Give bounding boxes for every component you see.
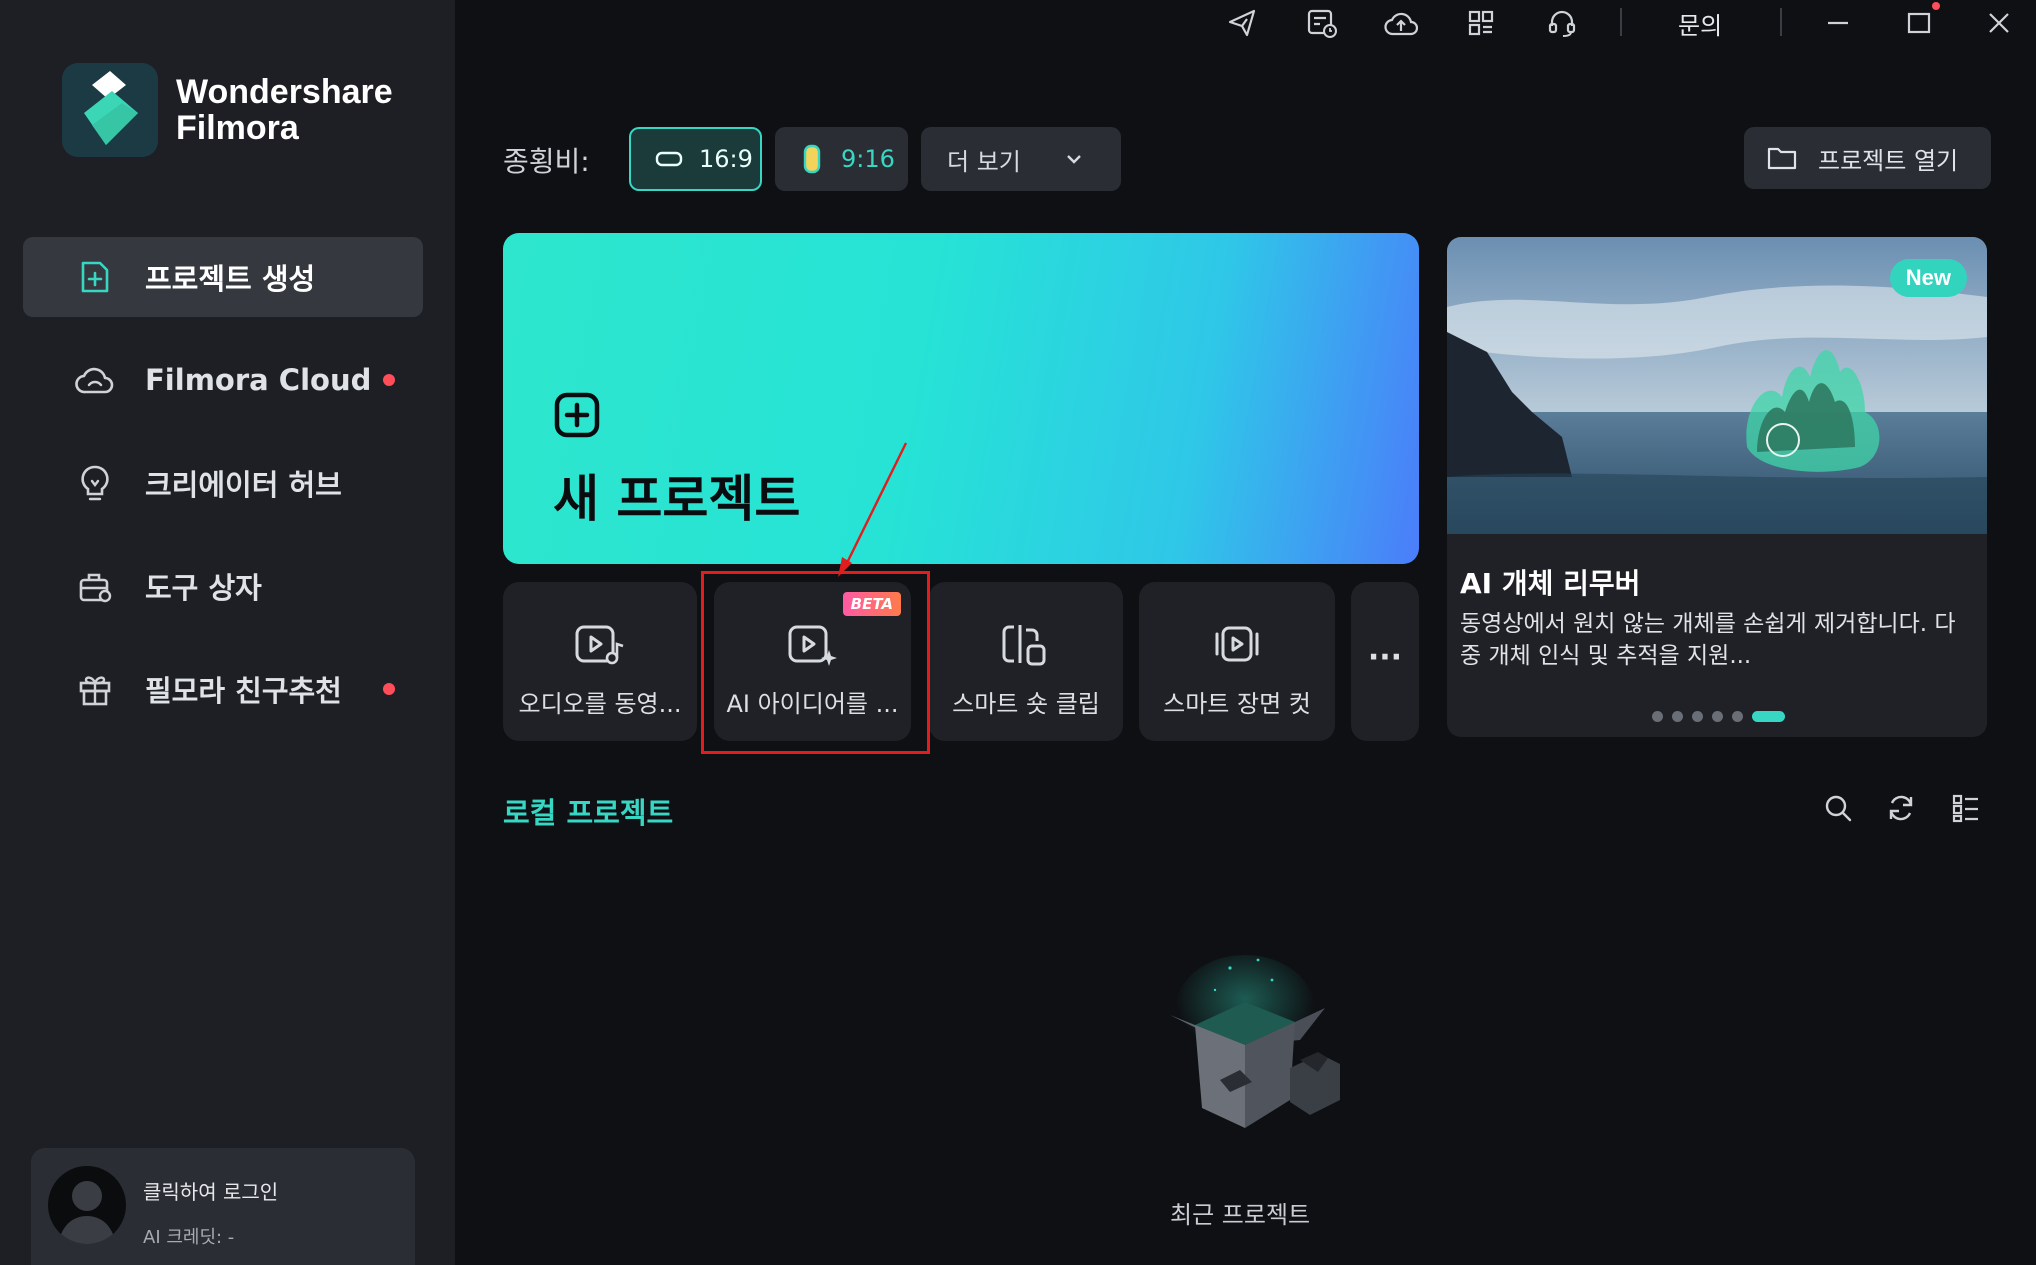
carousel-dot[interactable] [1732, 711, 1743, 722]
search-icon[interactable] [1818, 788, 1858, 828]
titlebar-divider [1780, 8, 1782, 36]
list-view-icon[interactable] [1946, 788, 1986, 828]
sidebar-item-label: 크리에이터 허브 [145, 468, 342, 502]
more-features-button[interactable]: ··· [1351, 582, 1419, 741]
promo-card[interactable]: New AI 개체 리무버 동영상에서 원치 않는 개체를 손쉽게 제거합니다.… [1447, 237, 1987, 737]
new-project-title: 새 프로젝트 [553, 470, 801, 528]
feature-label: 스마트 숏 클립 [952, 690, 1100, 718]
toolbox-icon [75, 566, 115, 606]
promo-description: 동영상에서 원치 않는 개체를 손쉽게 제거합니다. 다중 개체 인식 및 추적… [1460, 611, 1956, 669]
folder-icon [1767, 147, 1797, 170]
smart-scene-cut-icon [1215, 626, 1259, 662]
ai-credit-text: AI 크레딧: - [143, 1227, 235, 1248]
sidebar-item-label: 필모라 친구추천 [145, 674, 342, 708]
portrait-icon [803, 144, 821, 174]
carousel-dot[interactable] [1672, 711, 1683, 722]
notification-dot [383, 683, 395, 695]
send-icon[interactable] [1220, 2, 1264, 44]
close-icon[interactable] [1977, 2, 2021, 44]
schedule-icon[interactable] [1300, 2, 1344, 44]
feature-smart-scene-cut[interactable]: 스마트 장면 컷 [1139, 582, 1335, 741]
audio-to-video-icon [575, 625, 624, 665]
feature-label: 스마트 장면 컷 [1163, 690, 1311, 718]
filmora-logo-icon [62, 63, 158, 157]
promo-title: AI 개체 리무버 [1460, 567, 1641, 600]
annotation-arrow [838, 442, 908, 577]
sidebar-item-toolbox[interactable]: 도구 상자 [23, 546, 423, 626]
local-projects-title: 로컬 프로젝트 [503, 796, 674, 830]
sidebar-item-label: Filmora Cloud [145, 363, 372, 397]
sidebar: Wondershare Filmora 프로젝트 생성 Filmora Clou… [0, 0, 455, 1265]
titlebar: 문의 [455, 0, 2036, 46]
user-login-card[interactable]: 클릭하여 로그인 AI 크레딧: - [31, 1148, 415, 1265]
avatar [48, 1166, 126, 1244]
gift-icon [75, 669, 115, 709]
open-project-label: 프로젝트 열기 [1818, 146, 1959, 175]
ratio-9-16-button[interactable]: 9:16 [775, 127, 908, 191]
open-project-button[interactable]: 프로젝트 열기 [1744, 127, 1991, 189]
filmora-window: Wondershare Filmora 프로젝트 생성 Filmora Clou… [0, 0, 2036, 1265]
cloud-upload-icon[interactable] [1379, 2, 1423, 44]
carousel-dot[interactable] [1652, 711, 1663, 722]
new-badge: New [1889, 259, 1967, 297]
notification-dot [383, 374, 395, 386]
new-project-card[interactable]: 새 프로젝트 [503, 233, 1419, 564]
carousel-dots [1652, 711, 1794, 722]
bulb-icon [75, 463, 115, 503]
more-icon: ··· [1367, 640, 1403, 675]
more-ratio-label: 더 보기 [947, 147, 1021, 176]
add-icon [554, 392, 600, 438]
smart-short-clip-icon [1002, 625, 1046, 666]
sidebar-item-label: 프로젝트 생성 [145, 262, 316, 296]
carousel-dot[interactable] [1712, 711, 1723, 722]
titlebar-divider [1620, 8, 1622, 36]
sidebar-item-creator-hub[interactable]: 크리에이터 허브 [23, 443, 423, 523]
ratio-16-9-button[interactable]: 16:9 [629, 127, 762, 191]
recent-projects-empty-label: 최근 프로젝트 [1170, 1201, 1311, 1229]
feature-label: 오디오를 동영... [518, 690, 682, 718]
brand-line2: Filmora [176, 109, 299, 147]
update-dot [1932, 2, 1940, 10]
cloud-icon [75, 360, 115, 400]
ratio-label: 16:9 [699, 145, 753, 173]
grid-apps-icon[interactable] [1459, 2, 1503, 44]
ratio-label: 9:16 [841, 145, 895, 173]
headset-icon[interactable] [1540, 2, 1584, 44]
landscape-icon [655, 151, 683, 167]
new-project-icon [75, 257, 115, 297]
sidebar-item-label: 도구 상자 [145, 571, 262, 605]
chevron-down-icon [1067, 155, 1081, 164]
brand-line1: Wondershare [176, 73, 393, 111]
sidebar-item-filmora-cloud[interactable]: Filmora Cloud [23, 340, 423, 420]
inquiry-button[interactable]: 문의 [1678, 6, 1722, 41]
login-prompt: 클릭하여 로그인 [143, 1180, 279, 1204]
sidebar-item-referral[interactable]: 필모라 친구추천 [23, 649, 423, 729]
sidebar-nav: 프로젝트 생성 Filmora Cloud 크리에이터 허브 도구 상자 필모라… [23, 237, 423, 752]
carousel-dot-active[interactable] [1752, 711, 1785, 722]
sidebar-item-create-project[interactable]: 프로젝트 생성 [23, 237, 423, 317]
feature-smart-short-clip[interactable]: 스마트 숏 클립 [929, 582, 1123, 741]
minimize-icon[interactable] [1816, 2, 1860, 44]
promo-image: New [1447, 237, 1987, 534]
carousel-dot[interactable] [1692, 711, 1703, 722]
more-ratio-dropdown[interactable]: 더 보기 [921, 127, 1121, 191]
refresh-icon[interactable] [1881, 788, 1921, 828]
annotation-highlight-box [701, 571, 930, 754]
aspect-ratio-label: 종횡비: [503, 145, 590, 178]
feature-audio-to-video[interactable]: 오디오를 동영... [503, 582, 697, 741]
app-logo: Wondershare Filmora [62, 63, 393, 157]
empty-box-illustration [1140, 950, 1350, 1134]
